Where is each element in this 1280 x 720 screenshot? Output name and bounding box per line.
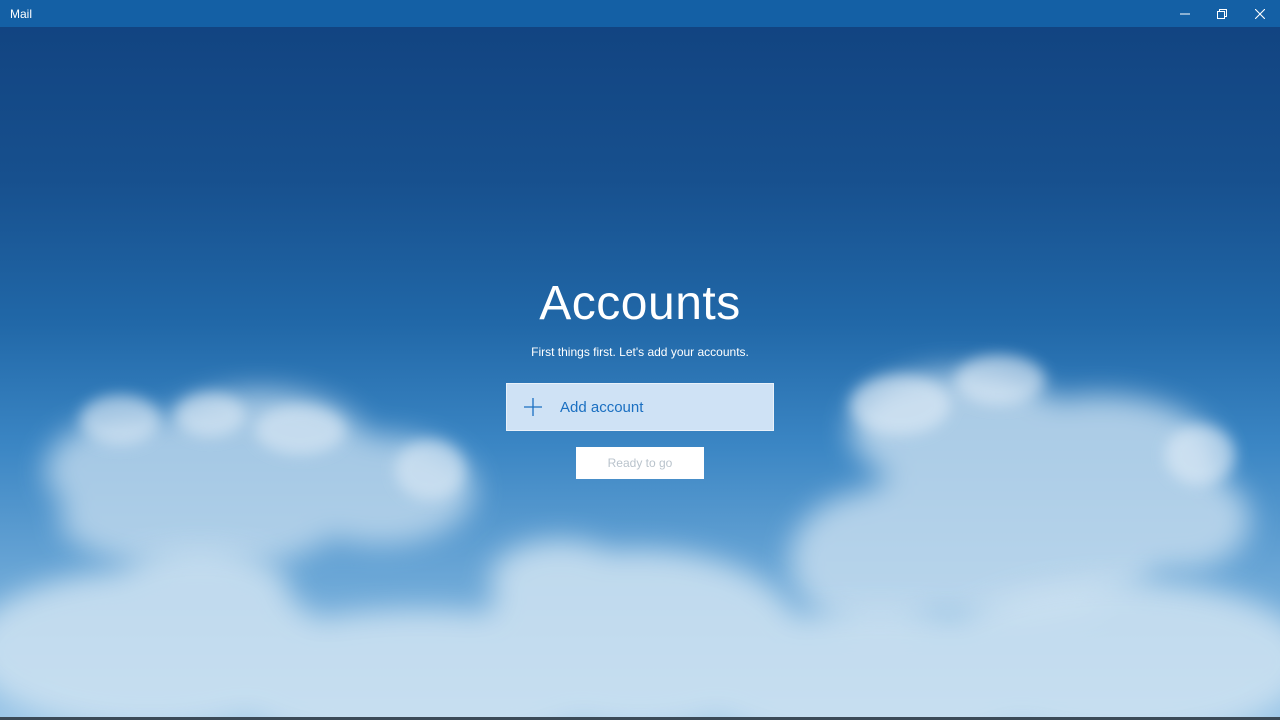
add-account-label: Add account (560, 399, 644, 416)
accounts-setup-panel: Accounts First things first. Let's add y… (0, 0, 1280, 720)
minimize-icon (1180, 13, 1190, 14)
minimize-button[interactable] (1166, 0, 1204, 27)
close-button[interactable] (1241, 0, 1279, 27)
title-bar: Mail (0, 0, 1280, 27)
page-subtitle: First things first. Let's add your accou… (531, 345, 749, 359)
restore-icon (1217, 8, 1227, 19)
mail-window: Mail Accounts First things first. Let's … (0, 0, 1280, 720)
app-title: Mail (10, 7, 33, 21)
plus-icon (524, 398, 542, 416)
ready-to-go-button[interactable]: Ready to go (576, 447, 704, 479)
restore-button[interactable] (1203, 0, 1241, 27)
close-icon (1255, 8, 1265, 19)
page-title: Accounts (539, 277, 741, 330)
add-account-button[interactable]: Add account (506, 383, 774, 431)
